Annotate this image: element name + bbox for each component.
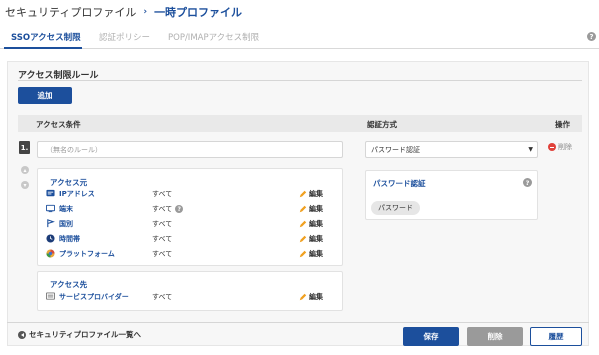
ip-address-value: すべて xyxy=(152,190,173,198)
edit-label: 編集 xyxy=(309,190,323,198)
password-auth-title: パスワード認証 xyxy=(373,179,426,188)
history-button[interactable]: 履歴 xyxy=(530,327,582,346)
service-provider-value: すべて xyxy=(152,293,173,301)
ip-address-label: IPアドレス xyxy=(59,190,95,198)
breadcrumb-separator: › xyxy=(143,7,148,17)
rule-number-badge[interactable]: 1. xyxy=(19,141,30,154)
help-icon[interactable]: ? xyxy=(523,178,532,187)
pencil-icon xyxy=(299,293,307,301)
platform-icon xyxy=(46,249,55,258)
breadcrumb-parent-link[interactable]: セキュリティプロファイル xyxy=(5,4,136,20)
table-header: アクセス条件 認証方式 操作 xyxy=(18,115,582,132)
list-item: IPアドレス すべて 編集 xyxy=(46,188,336,200)
ip-address-icon xyxy=(46,189,55,197)
column-header-auth: 認証方式 xyxy=(367,120,397,129)
edit-ip-address-button[interactable]: 編集 xyxy=(299,189,323,199)
access-destination-title: アクセス先 xyxy=(50,280,88,289)
pencil-icon xyxy=(299,250,307,258)
time-value: すべて xyxy=(152,235,173,243)
pencil-icon xyxy=(299,190,307,198)
delete-rule-label: 削除 xyxy=(558,143,572,151)
tab-bar: SSOアクセス制限 認証ポリシー POP/IMAPアクセス制限 xyxy=(0,28,599,49)
list-item: 端末 すべて? 編集 xyxy=(46,203,336,215)
delete-rule-button[interactable]: 削除 xyxy=(548,142,572,152)
pencil-icon xyxy=(299,205,307,213)
edit-device-button[interactable]: 編集 xyxy=(299,204,323,214)
password-tag: パスワード xyxy=(371,201,420,215)
auth-method-value: パスワード認証 xyxy=(371,146,420,154)
page: セキュリティプロファイル › 一時プロファイル SSOアクセス制限 認証ポリシー… xyxy=(0,0,599,355)
chevron-down-icon: ▼ xyxy=(528,146,533,153)
breadcrumb: セキュリティプロファイル › 一時プロファイル xyxy=(5,3,242,21)
list-item: 時間帯 すべて 編集 xyxy=(46,233,336,245)
remove-icon xyxy=(548,143,556,151)
add-rule-button[interactable]: 追加 xyxy=(18,87,72,104)
service-provider-icon xyxy=(46,292,55,300)
device-icon xyxy=(46,204,55,213)
country-value: すべて xyxy=(152,220,173,228)
divider xyxy=(18,80,582,81)
access-source-title: アクセス元 xyxy=(50,178,88,187)
tab-pop-imap-access[interactable]: POP/IMAPアクセス制限 xyxy=(168,31,259,43)
edit-platform-button[interactable]: 編集 xyxy=(299,249,323,259)
active-tab-indicator xyxy=(4,47,82,49)
platform-label: プラットフォーム xyxy=(59,250,115,258)
time-label: 時間帯 xyxy=(59,235,80,243)
list-item: 国別 すべて 編集 xyxy=(46,218,336,230)
help-icon[interactable]: ? xyxy=(175,205,184,213)
back-arrow-icon xyxy=(18,330,26,339)
list-item: プラットフォーム すべて 編集 xyxy=(46,248,336,260)
platform-value: すべて xyxy=(152,250,173,258)
page-title: 一時プロファイル xyxy=(154,6,243,19)
save-button[interactable]: 保存 xyxy=(403,327,459,346)
edit-label: 編集 xyxy=(309,220,323,228)
time-icon xyxy=(46,234,55,243)
pencil-icon xyxy=(299,235,307,243)
list-item: サービスプロバイダー すべて 編集 xyxy=(46,291,336,303)
edit-country-button[interactable]: 編集 xyxy=(299,219,323,229)
pencil-icon xyxy=(299,220,307,228)
auth-method-select[interactable]: パスワード認証 ▼ xyxy=(365,141,538,158)
service-provider-label: サービスプロバイダー xyxy=(59,293,129,301)
footer-divider xyxy=(7,322,589,323)
column-header-action: 操作 xyxy=(555,120,570,129)
edit-label: 編集 xyxy=(309,293,323,301)
tab-sso-access[interactable]: SSOアクセス制限 xyxy=(11,31,81,43)
device-label: 端末 xyxy=(59,205,73,213)
edit-time-button[interactable]: 編集 xyxy=(299,234,323,244)
move-up-icon[interactable]: ▴ xyxy=(21,166,29,174)
edit-label: 編集 xyxy=(309,235,323,243)
back-to-list-label: セキュリティプロファイル一覧へ xyxy=(29,330,142,339)
tab-auth-policy[interactable]: 認証ポリシー xyxy=(99,31,150,43)
device-value: すべて? xyxy=(152,204,184,214)
rule-name-input[interactable]: （無名のルール） xyxy=(37,141,343,158)
edit-label: 編集 xyxy=(309,205,323,213)
device-value-text: すべて xyxy=(152,205,173,213)
edit-label: 編集 xyxy=(309,250,323,258)
country-icon xyxy=(47,219,55,228)
edit-service-provider-button[interactable]: 編集 xyxy=(299,292,323,302)
delete-button[interactable]: 削除 xyxy=(467,327,523,346)
country-label: 国別 xyxy=(59,220,73,228)
move-down-icon[interactable]: ▾ xyxy=(21,181,29,189)
column-header-condition: アクセス条件 xyxy=(36,120,81,129)
back-to-list-link[interactable]: セキュリティプロファイル一覧へ xyxy=(18,329,141,340)
help-icon[interactable]: ? xyxy=(587,32,596,41)
